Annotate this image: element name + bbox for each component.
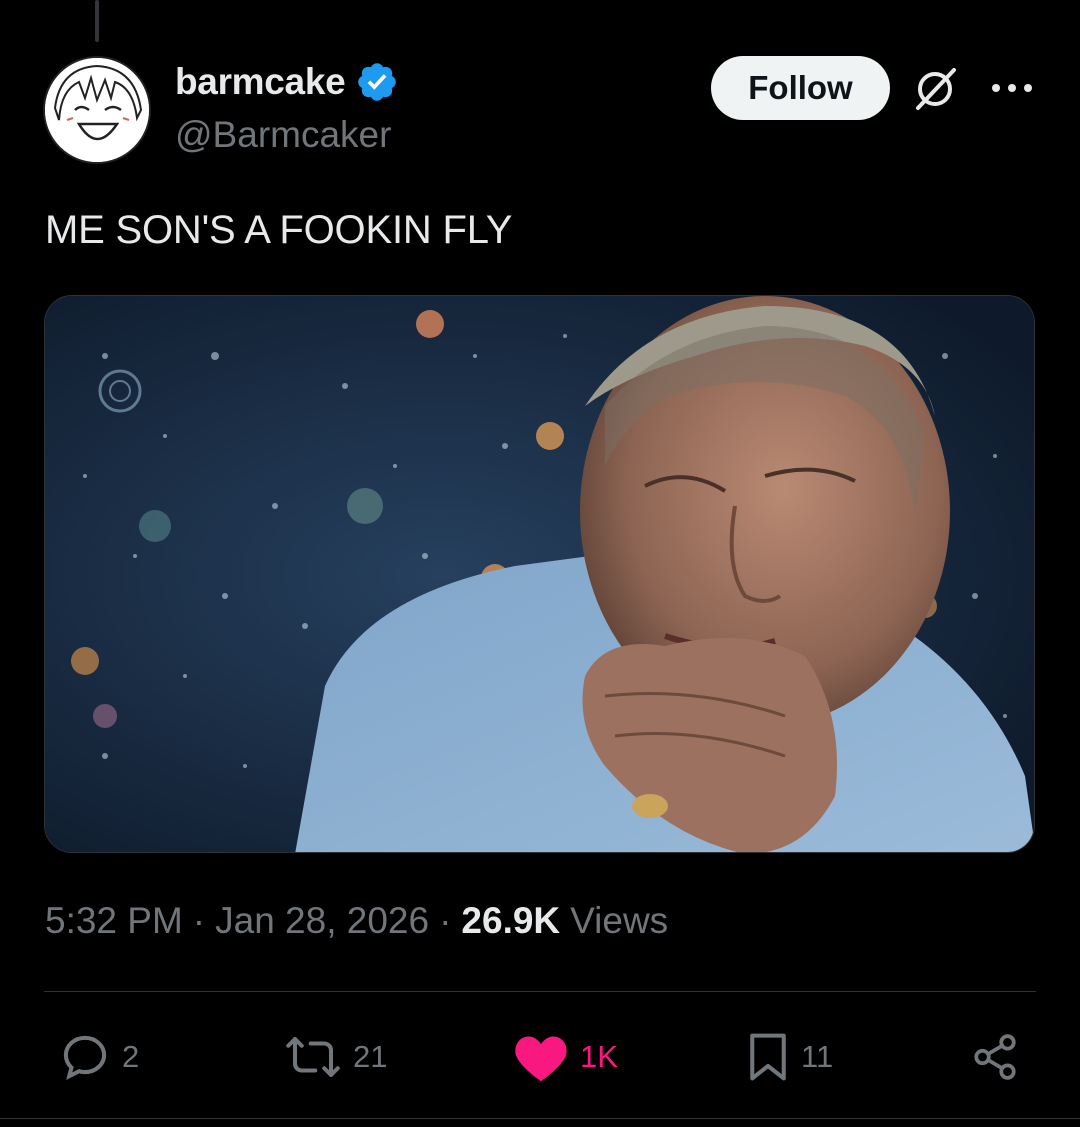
avatar-illustration: [45, 58, 149, 162]
bookmark-button[interactable]: 11: [745, 1030, 833, 1084]
tweet-time[interactable]: 5:32 PM: [45, 900, 183, 942]
repost-icon: [286, 1036, 340, 1078]
bottom-divider: [0, 1118, 1080, 1119]
divider: [44, 991, 1036, 992]
display-name[interactable]: barmcake: [175, 61, 346, 103]
heart-filled-icon: [515, 1036, 567, 1082]
views-count[interactable]: 26.9K: [461, 900, 560, 942]
views-label: Views: [570, 900, 669, 941]
share-icon: [974, 1034, 1016, 1080]
more-options-icon[interactable]: [990, 76, 1034, 100]
tweet-text: ME SON'S A FOOKIN FLY: [45, 208, 513, 252]
reply-count: 2: [122, 1039, 140, 1074]
follow-button[interactable]: Follow: [711, 56, 890, 120]
tweet-media-image[interactable]: [44, 295, 1035, 853]
grok-icon[interactable]: [910, 64, 960, 114]
tweet-date[interactable]: Jan 28, 2026: [215, 900, 429, 942]
bookmark-count: 11: [801, 1039, 834, 1074]
thread-connector-line: [95, 0, 99, 42]
author-name-row: barmcake: [175, 60, 399, 104]
meta-separator: ·: [439, 900, 452, 941]
media-photo-man-crying: [45, 296, 1034, 852]
reply-icon: [63, 1035, 107, 1080]
verified-badge-icon[interactable]: [355, 60, 399, 104]
author-handle[interactable]: @Barmcaker: [175, 114, 391, 156]
repost-count: 21: [353, 1039, 388, 1074]
repost-button[interactable]: 21: [283, 1030, 387, 1084]
like-button[interactable]: 1K: [512, 1030, 618, 1084]
reply-button[interactable]: 2: [58, 1030, 139, 1084]
like-count: 1K: [580, 1039, 618, 1074]
avatar[interactable]: [43, 56, 151, 164]
tweet-meta: 5:32 PM · Jan 28, 2026 · 26.9K Views: [45, 900, 668, 942]
meta-separator: ·: [192, 900, 206, 941]
share-button[interactable]: [970, 1030, 1020, 1084]
bookmark-icon: [750, 1033, 786, 1081]
